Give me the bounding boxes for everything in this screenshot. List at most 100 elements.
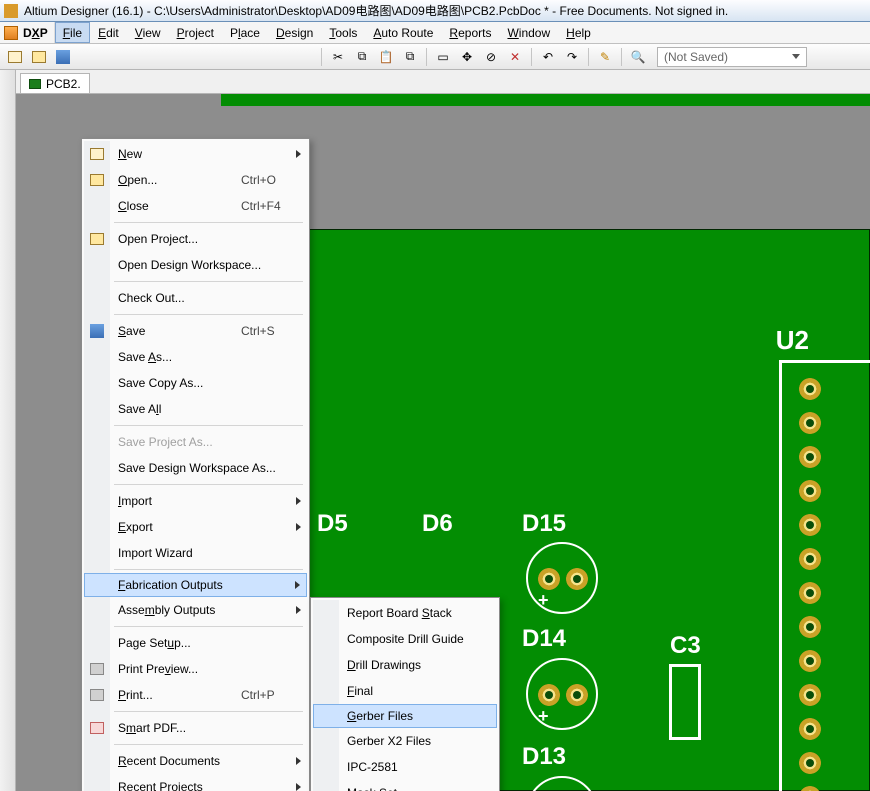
mi-recent-projects[interactable]: Recent Projects [84, 774, 307, 791]
separator [321, 48, 322, 66]
menu-separator [114, 484, 303, 485]
copy-button[interactable]: ⧉ [351, 46, 373, 68]
mi-save-as[interactable]: Save As... [84, 344, 307, 370]
menu-separator [114, 569, 303, 570]
mi-save-all[interactable]: Save All [84, 396, 307, 422]
mi-drill-drawings[interactable]: Drill Drawings [313, 652, 497, 678]
mi-mask-set[interactable]: Mask Set [313, 780, 497, 791]
outline-c3 [669, 664, 701, 740]
chevron-right-icon [296, 606, 301, 614]
filter-icon: ✎ [600, 50, 610, 64]
undo-button[interactable]: ↶ [537, 46, 559, 68]
menu-place[interactable]: Place [222, 22, 268, 43]
menu-separator [114, 744, 303, 745]
mi-export[interactable]: Export [84, 514, 307, 540]
mi-save-project: Save Project As... [84, 429, 307, 455]
browse-button[interactable]: 🔍 [627, 46, 649, 68]
work-area: PCB2. U2 [0, 70, 870, 791]
duplicate-button[interactable]: ⧉ [399, 46, 421, 68]
move-icon: ✥ [462, 50, 472, 64]
menu-bar: DXP File Edit View Project Place Design … [0, 22, 870, 44]
redo-button[interactable]: ↷ [561, 46, 583, 68]
paste-button[interactable]: 📋 [375, 46, 397, 68]
mi-print-preview[interactable]: Print Preview... [84, 656, 307, 682]
mi-open-workspace[interactable]: Open Design Workspace... [84, 252, 307, 278]
menu-separator [114, 626, 303, 627]
pcb-viewport[interactable]: U2 [16, 94, 870, 791]
mi-gerber-x2[interactable]: Gerber X2 Files [313, 728, 497, 754]
saved-state-combo[interactable]: (Not Saved) [657, 47, 807, 67]
file-menu: New Open...Ctrl+O CloseCtrl+F4 Open Proj… [81, 138, 310, 791]
mi-composite-drill[interactable]: Composite Drill Guide [313, 626, 497, 652]
cancel-button[interactable]: ✕ [504, 46, 526, 68]
chevron-down-icon [792, 54, 800, 59]
new-icon [89, 146, 105, 162]
mi-final[interactable]: Final [313, 678, 497, 704]
mi-close[interactable]: CloseCtrl+F4 [84, 193, 307, 219]
mi-recent-docs[interactable]: Recent Documents [84, 748, 307, 774]
menu-project[interactable]: Project [169, 22, 222, 43]
redo-icon: ↷ [567, 50, 577, 64]
cut-button[interactable]: ✂ [327, 46, 349, 68]
menu-file[interactable]: File [55, 22, 90, 43]
mi-ipc[interactable]: IPC-2581 [313, 754, 497, 780]
browse-icon: 🔍 [631, 50, 646, 64]
chevron-right-icon [296, 150, 301, 158]
chevron-right-icon [296, 497, 301, 505]
mi-smart-pdf[interactable]: Smart PDF... [84, 715, 307, 741]
document-tab[interactable]: PCB2. [20, 73, 90, 93]
separator [588, 48, 589, 66]
separator [621, 48, 622, 66]
mi-open-project[interactable]: Open Project... [84, 226, 307, 252]
menu-view[interactable]: View [127, 22, 169, 43]
mi-fabrication-outputs[interactable]: Fabrication Outputs [84, 573, 307, 597]
open-button[interactable] [28, 46, 50, 68]
menu-tools[interactable]: Tools [321, 22, 365, 43]
menu-reports[interactable]: Reports [441, 22, 499, 43]
mi-import-wizard[interactable]: Import Wizard [84, 540, 307, 566]
menu-edit[interactable]: Edit [90, 22, 127, 43]
window-title: Altium Designer (16.1) - C:\Users\Admini… [24, 2, 728, 19]
mi-print[interactable]: Print...Ctrl+P [84, 682, 307, 708]
menu-separator [114, 314, 303, 315]
pad [538, 568, 560, 590]
silk-d6: D6 [422, 510, 453, 538]
mi-open[interactable]: Open...Ctrl+O [84, 167, 307, 193]
menu-help[interactable]: Help [558, 22, 599, 43]
menu-window[interactable]: Window [499, 22, 558, 43]
mi-assembly-outputs[interactable]: Assembly Outputs [84, 597, 307, 623]
dxp-menu[interactable]: DXP [0, 22, 55, 43]
polarity-mark: + [538, 706, 549, 727]
scissors-icon: ✂ [333, 50, 343, 64]
outline-d13 [526, 776, 598, 791]
mi-gerber-files[interactable]: Gerber Files [313, 704, 497, 728]
mi-new[interactable]: New [84, 141, 307, 167]
new-button[interactable] [4, 46, 26, 68]
mi-page-setup[interactable]: Page Setup... [84, 630, 307, 656]
silk-c3: C3 [670, 632, 701, 660]
chevron-right-icon [296, 757, 301, 765]
left-dock[interactable] [0, 70, 16, 791]
menu-autoroute[interactable]: Auto Route [365, 22, 441, 43]
menu-separator [114, 281, 303, 282]
pcb-doc-icon [29, 79, 41, 89]
title-bar: Altium Designer (16.1) - C:\Users\Admini… [0, 0, 870, 22]
mi-import[interactable]: Import [84, 488, 307, 514]
mi-save-ws[interactable]: Save Design Workspace As... [84, 455, 307, 481]
menu-design[interactable]: Design [268, 22, 321, 43]
filter-button[interactable]: ✎ [594, 46, 616, 68]
mi-save-copy[interactable]: Save Copy As... [84, 370, 307, 396]
mi-check-out[interactable]: Check Out... [84, 285, 307, 311]
silk-d13: D13 [522, 743, 566, 771]
menu-separator [114, 222, 303, 223]
silk-d14: D14 [522, 625, 566, 653]
mi-report-board-stack[interactable]: Report Board Stack [313, 600, 497, 626]
fabrication-outputs-submenu: Report Board Stack Composite Drill Guide… [310, 597, 500, 791]
document-tab-strip: PCB2. [16, 70, 870, 94]
move-button[interactable]: ✥ [456, 46, 478, 68]
deselect-button[interactable]: ⊘ [480, 46, 502, 68]
mi-save[interactable]: SaveCtrl+S [84, 318, 307, 344]
open-icon [89, 172, 105, 188]
save-button[interactable] [52, 46, 74, 68]
select-button[interactable]: ▭ [432, 46, 454, 68]
